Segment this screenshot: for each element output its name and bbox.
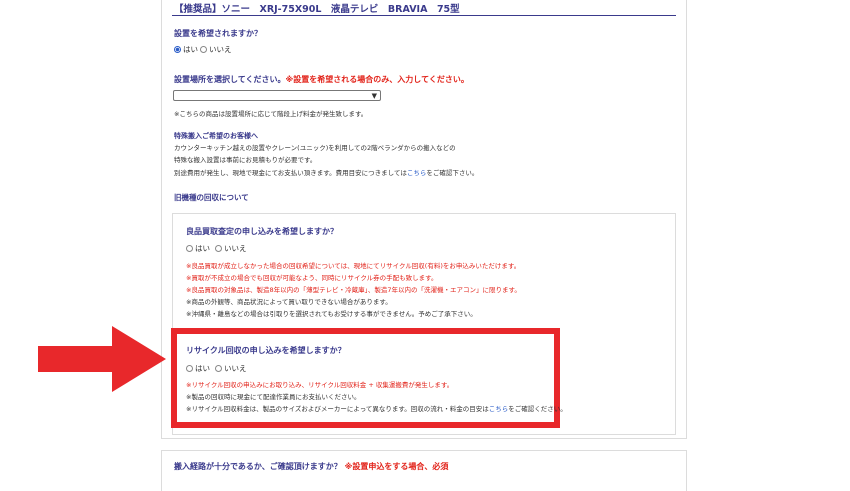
install-yes-radio[interactable] (174, 46, 181, 53)
buyback-yes-radio[interactable] (186, 245, 193, 252)
recycle-no-label[interactable]: いいえ (224, 363, 247, 374)
recycle-note-3-end: をご確認ください。 (508, 405, 567, 413)
special-delivery-line-3-end: をご確認下さい。 (426, 169, 479, 177)
buyback-no-radio[interactable] (215, 245, 222, 252)
buyback-red-note-2: ※買取が不成立の場合でも回収が可能なよう、同時にリサイクル券の手配も致します。 (186, 274, 438, 282)
recycle-question-heading: リサイクル回収の申し込みを希望しますか？ (186, 346, 346, 355)
special-delivery-line-3: 別途費用が発生し、現地で現金にてお支払い頂きます。費用目安につきましてはこちらを… (174, 169, 478, 177)
buyback-question-heading: 良品買取査定の申し込みを希望しますか？ (186, 227, 338, 236)
buyback-yes-label[interactable]: はい (195, 243, 210, 254)
recycle-note-2: ※製品の回収時に現金にて配達作業員にお支払いください。 (186, 393, 361, 401)
buyback-red-note-1: ※良品買取が成立しなかった場合の回収希望については、現地にてリサイクル回収(有料… (186, 262, 521, 270)
route-heading-text: 搬入経路が十分であるか、ご確認頂けますか？ (174, 462, 342, 471)
location-question-heading: 設置場所を選択してください。※設置を希望される場合のみ、入力してください。 (174, 74, 469, 85)
location-select[interactable]: ▼ (173, 90, 381, 101)
buyback-note-4: ※商品の外観等、商品状況によって買い取りできない場合があります。 (186, 298, 392, 306)
recycle-guide-link[interactable]: こちら (489, 405, 509, 413)
buyback-no-label[interactable]: いいえ (224, 243, 247, 254)
arrow-right-icon (38, 326, 166, 392)
install-no-label[interactable]: いいえ (209, 44, 232, 55)
install-radio-group: はい いいえ (174, 44, 232, 55)
location-heading-text: 設置場所を選択してください。 (174, 75, 286, 84)
recycle-highlight-box (171, 328, 560, 428)
special-delivery-heading: 特殊搬入ご希望のお客様へ (174, 132, 258, 140)
recycle-no-radio[interactable] (215, 365, 222, 372)
recycle-yes-label[interactable]: はい (195, 363, 210, 374)
buyback-note-5: ※沖縄県・離島などの場合は引取りを選択されてもお受けする事ができません。予めご了… (186, 310, 477, 318)
recycle-note-3: ※リサイクル回収料金は、製品のサイズおよびメーカーによって異なります。回収の流れ… (186, 405, 567, 413)
install-question-heading: 設置を希望されますか？ (174, 29, 262, 38)
special-delivery-line-1: カウンターキッチン越えの設置やクレーン(ユニック)を利用しての2階ベランダからの… (174, 144, 456, 152)
product-title: 【推奨品】ソニー XRJ-75X90L 液晶テレビ BRAVIA 75型 (174, 4, 460, 15)
recycle-radio-group: はい いいえ (186, 363, 247, 374)
cost-guide-link[interactable]: こちら (407, 169, 427, 177)
buyback-radio-group: はい いいえ (186, 243, 247, 254)
location-note: ※こちらの商品は設置場所に応じて階段上げ料金が発生致します。 (174, 110, 368, 118)
route-question-heading: 搬入経路が十分であるか、ご確認頂けますか？ ※設置申込をする場合、必須 (174, 461, 448, 472)
location-heading-note: ※設置を希望される場合のみ、入力してください。 (285, 75, 469, 84)
install-yes-label[interactable]: はい (183, 44, 198, 55)
chevron-down-icon: ▼ (371, 92, 377, 100)
title-divider (172, 15, 676, 16)
install-no-radio[interactable] (200, 46, 207, 53)
old-unit-heading: 旧機種の回収について (174, 193, 249, 202)
recycle-red-note: ※リサイクル回収の申込みにお取り込み、リサイクル回収料金 + 収集運搬費が発生し… (186, 381, 454, 389)
recycle-yes-radio[interactable] (186, 365, 193, 372)
special-delivery-line-3-text: 別途費用が発生し、現地で現金にてお支払い頂きます。費用目安につきましては (174, 169, 407, 177)
special-delivery-line-2: 特殊な搬入設置は事前にお見積もりが必要です。 (174, 156, 317, 164)
recycle-note-3-text: ※リサイクル回収料金は、製品のサイズおよびメーカーによって異なります。回収の流れ… (186, 405, 489, 413)
route-heading-note: ※設置申込をする場合、必須 (344, 462, 449, 471)
buyback-red-note-3: ※良品買取の対象品は、製造8年以内の「薄型テレビ・冷蔵庫」、製造7年以内の「洗濯… (186, 286, 521, 294)
